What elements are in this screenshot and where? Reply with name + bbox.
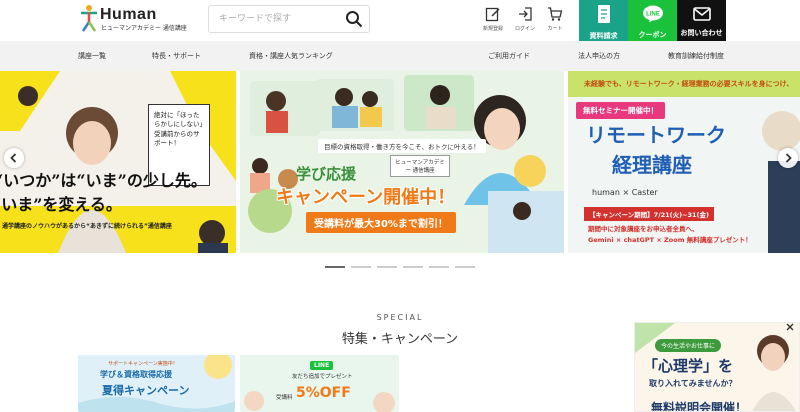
logo-figure-icon [81, 5, 97, 32]
popup-close-button[interactable] [784, 323, 796, 331]
global-nav: 講座一覧 特長・サポート 資格・講座人気ランキング ご利用ガイド 法人申込の方 … [0, 41, 800, 71]
line-icon: LINE [642, 5, 663, 23]
contact-label: お問い合わせ [680, 29, 723, 37]
slide-right[interactable]: 未経験でも、リモートワーク・経理業務の必要スキルを身につけ、 無料セミナー開催中… [568, 71, 800, 253]
cart-icon [548, 7, 563, 21]
contact-button[interactable]: お問い合わせ [677, 0, 726, 41]
slide-right-top: 未経験でも、リモートワーク・経理業務の必要スキルを身につけ、 [584, 80, 794, 88]
line-card-badge: LINE [310, 361, 334, 370]
slide-right-partner: human × Caster [592, 188, 658, 197]
request-materials-label: 資料請求 [589, 32, 618, 40]
site-header: Human ヒューマンアカデミー 通信講座 新規登録 ログイン カート [0, 0, 800, 41]
search-input[interactable] [209, 6, 339, 32]
nav-item-corporate[interactable]: 法人申込の方 [578, 51, 620, 61]
nav-item-courses[interactable]: 講座一覧 [78, 51, 106, 61]
nav-item-training-benefit[interactable]: 教育訓練給付制度 [668, 51, 724, 61]
coupon-label: クーポン [638, 31, 667, 39]
carousel-dot[interactable] [429, 266, 449, 268]
cart-label: カート [547, 26, 563, 32]
slide-center-top: 目標の資格取得・働き方を今こそ、おトクに叶える！ [318, 139, 486, 153]
line-card-small: 受講料 [276, 395, 293, 401]
carousel-dots [0, 266, 800, 270]
slide-right-note1: 期間中に対象講座をお申込者全員へ、 [588, 225, 699, 233]
login-label: ログイン [514, 26, 535, 32]
site-logo[interactable]: Human ヒューマンアカデミー 通信講座 [78, 4, 187, 34]
popup-bottom: 無料説明会開催！ [651, 401, 748, 412]
slide-left[interactable]: 絶対に「ほったらかしにしない」受講前からのサポート！ “いつか”は“いま”の少し… [0, 71, 236, 253]
popup-top: 今の生活やお仕事に [655, 339, 722, 352]
login-icon [519, 7, 532, 21]
slide-left-catch1: “いつか”は“いま”の少し先。 [0, 171, 207, 190]
line-card-sub: 友だち追加でプレゼント [292, 374, 353, 380]
register-button[interactable]: 新規登録 [478, 6, 508, 36]
search-icon[interactable] [345, 10, 363, 28]
cart-button[interactable]: カート [540, 6, 570, 36]
carousel-prev-button[interactable] [4, 148, 24, 168]
line-card-big: 5%OFF [296, 385, 351, 401]
slide-center[interactable]: 目標の資格取得・働き方を今こそ、おトクに叶える！ ヒューマンアカデミー 通信講座… [240, 71, 564, 253]
edit-icon [485, 7, 500, 22]
logo-text: Human [100, 6, 157, 23]
special-section-label: SPECIAL [376, 313, 424, 322]
slide-right-title2: 経理講座 [612, 153, 692, 177]
summer-card-title1: 学び＆資格取得応援 [100, 370, 172, 379]
slide-center-sub: 受講料が最大30%まで割引！ [306, 212, 456, 233]
document-icon [597, 5, 610, 23]
carousel-dot[interactable] [455, 266, 475, 268]
carousel-dot[interactable] [325, 266, 345, 268]
mail-icon [692, 7, 711, 21]
nav-item-ranking[interactable]: 資格・講座人気ランキング [249, 51, 333, 61]
slide-left-bubble-text: 絶対に「ほったらかしにしない」受講前からのサポート！ [154, 111, 203, 148]
summer-card-top: サポートキャンペーン実施中！ [108, 361, 178, 367]
register-label: 新規登録 [482, 26, 503, 32]
logo-subtitle: ヒューマンアカデミー 通信講座 [101, 25, 187, 32]
line-badge-text: LINE [646, 12, 660, 18]
special-card-summer[interactable]: サポートキャンペーン実施中！ 学び＆資格取得応援 夏得キャンペーン [78, 355, 235, 412]
login-button[interactable]: ログイン [510, 6, 540, 36]
chevron-left-icon [10, 153, 17, 163]
nav-item-guide[interactable]: ご利用ガイド [488, 51, 530, 61]
slide-right-title1: リモートワーク [586, 123, 726, 147]
slide-right-badge: 無料セミナー開催中！ [576, 102, 665, 119]
slide-center-tag: ヒューマンアカデミー 通信講座 [390, 155, 450, 177]
nav-item-features[interactable]: 特長・サポート [152, 51, 201, 61]
carousel-dot[interactable] [351, 266, 371, 268]
carousel-dot[interactable] [377, 266, 397, 268]
special-card-line-coupon[interactable]: LINE 友だち追加でプレゼント 受講料 5%OFF [240, 355, 399, 412]
popup-line2: 取り入れてみませんか？ [649, 379, 737, 388]
request-materials-button[interactable]: 資料請求 [579, 0, 628, 41]
slide-right-period: 【キャンペーン期間】7/21(火)~31(金) [584, 207, 714, 221]
chevron-right-icon [785, 153, 792, 163]
slide-center-title2: キャンペーン開催中！ [276, 187, 456, 208]
popup-big: 「心理学」を [643, 357, 734, 375]
slide-center-title1: 学び応援 [296, 165, 357, 183]
slide-center-tag-text: ヒューマンアカデミー 通信講座 [395, 160, 445, 174]
slide-left-bottom: 通学講座のノウハウがあるから“あきずに続けられる”通信講座 [2, 223, 172, 230]
hero-carousel: 絶対に「ほったらかしにしない」受講前からのサポート！ “いつか”は“いま”の少し… [0, 71, 800, 253]
summer-card-title2: 夏得キャンペーン [102, 384, 190, 397]
coupon-button[interactable]: LINE クーポン [628, 0, 677, 41]
close-icon [786, 323, 794, 331]
slide-right-note2: Gemini × chatGPT × Zoom 無料講座プレゼント！ [588, 236, 752, 244]
psychology-popup-banner[interactable]: 今の生活やお仕事に 「心理学」を 取り入れてみませんか？ 無料説明会開催！ [634, 322, 800, 412]
carousel-next-button[interactable] [778, 148, 798, 168]
carousel-dot[interactable] [403, 266, 423, 268]
slide-left-catch2: “いま”を変える。 [0, 195, 122, 214]
search-box [208, 5, 370, 33]
